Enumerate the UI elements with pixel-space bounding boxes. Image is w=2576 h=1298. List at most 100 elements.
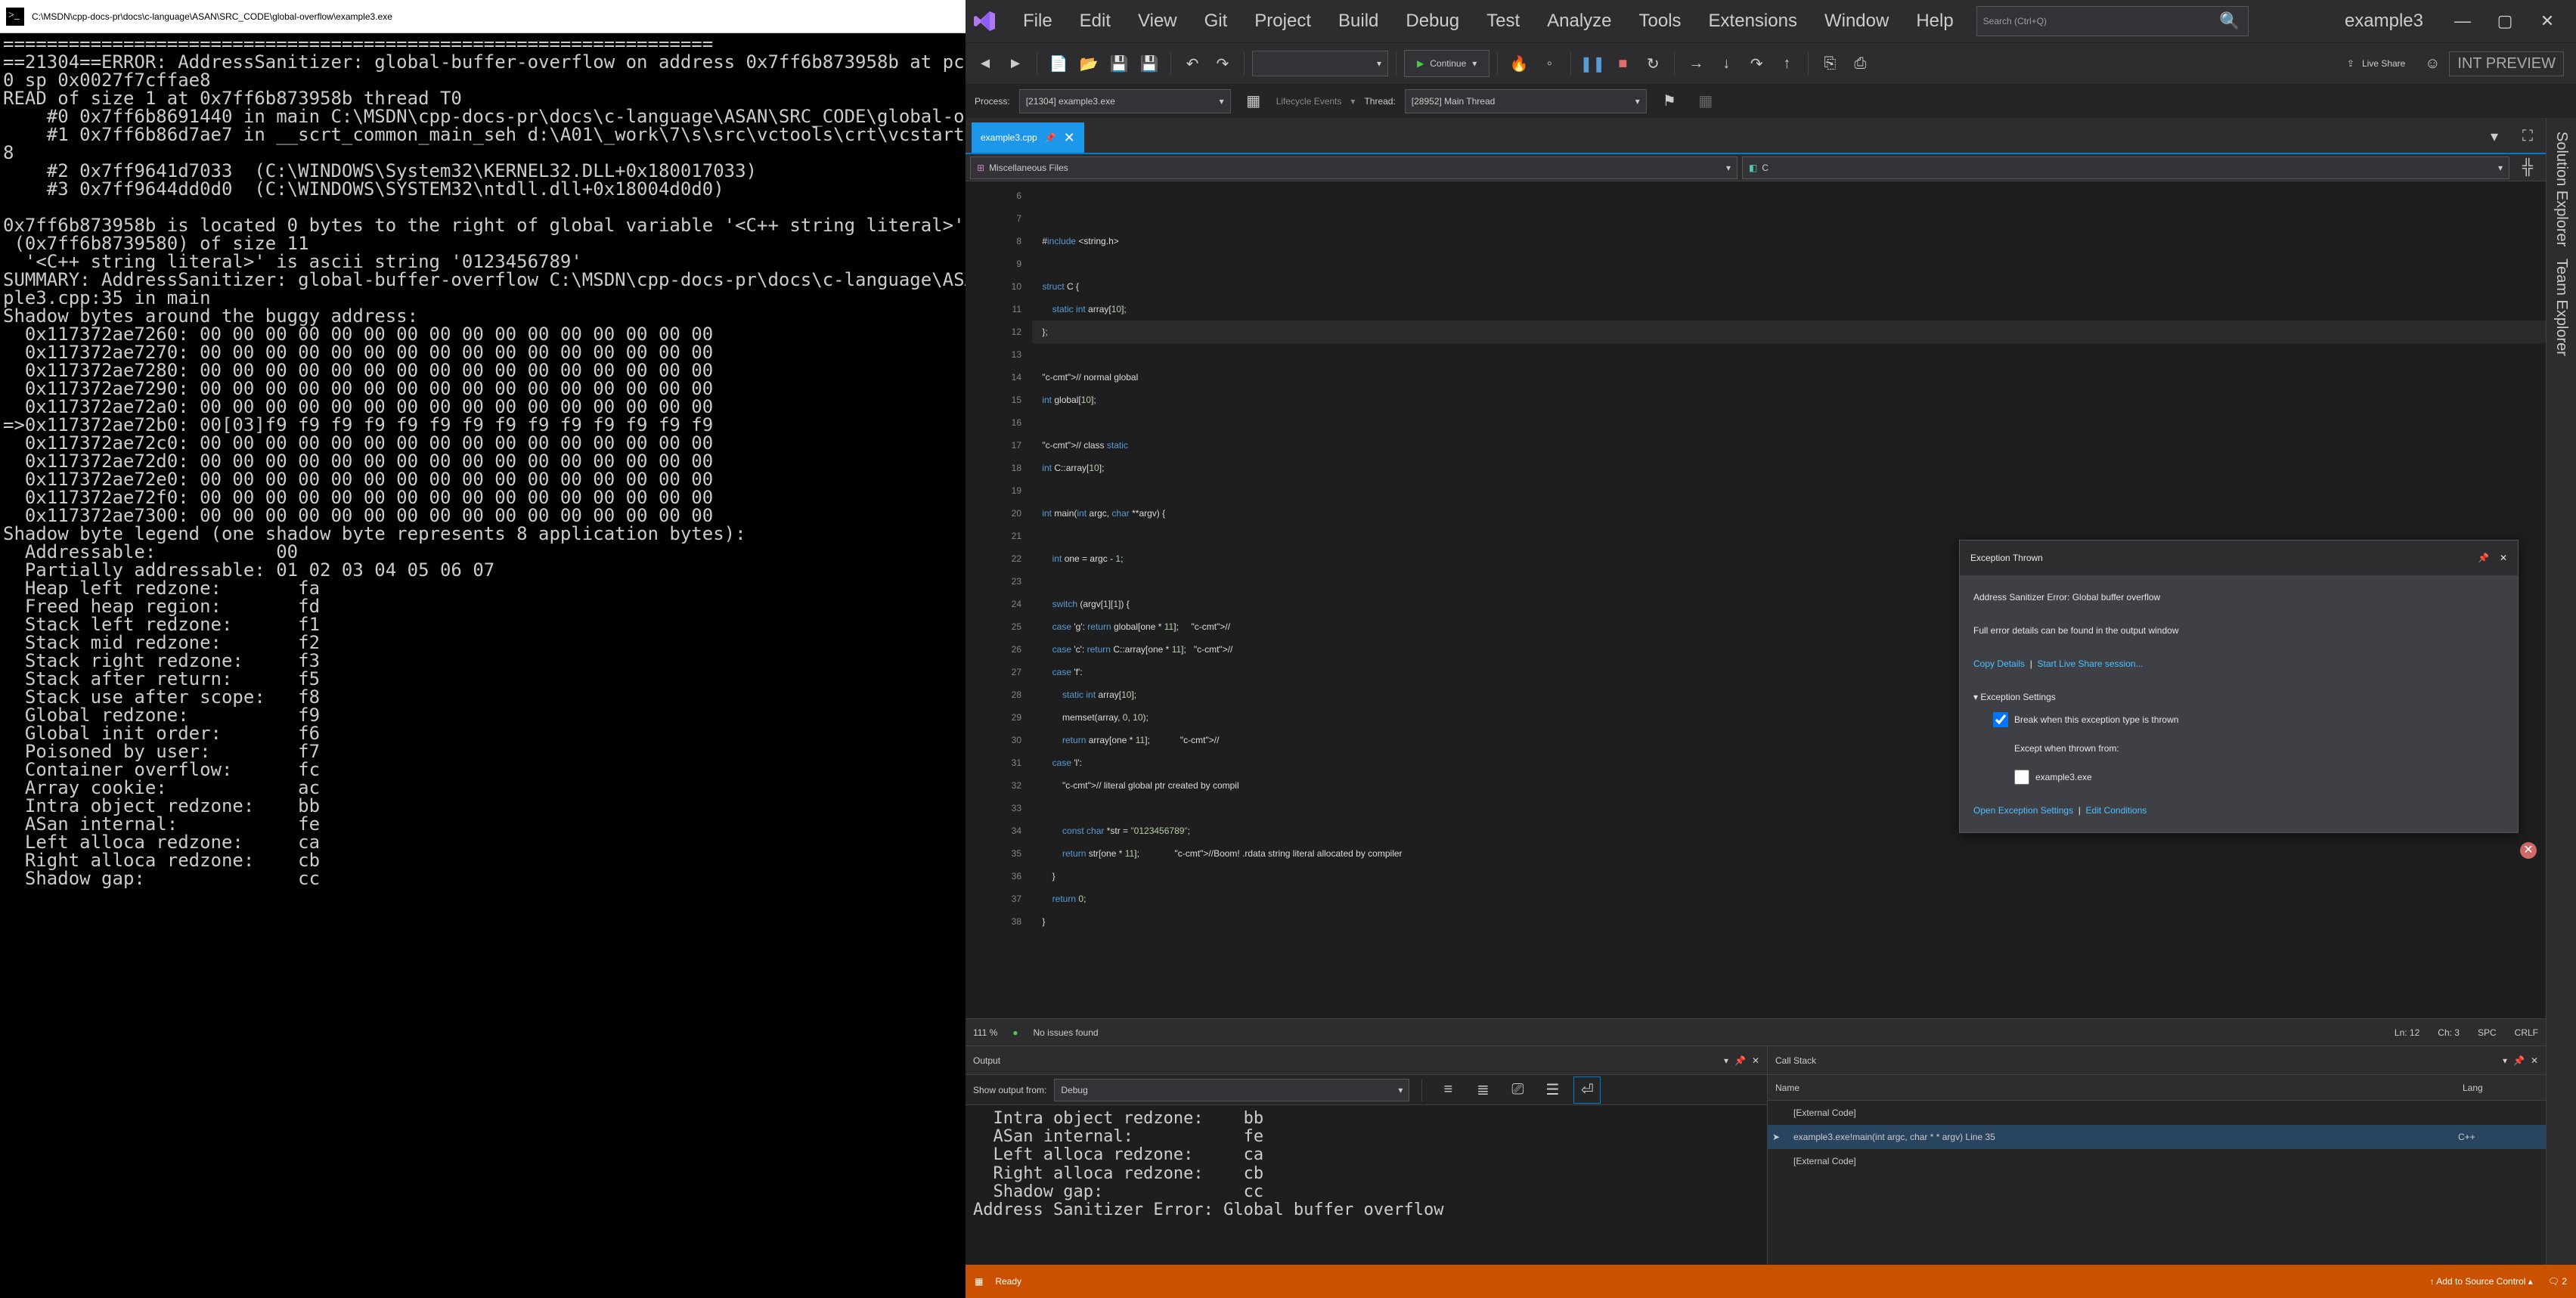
- output-tool-2[interactable]: ≣: [1469, 1077, 1496, 1104]
- feedback-button[interactable]: ☺: [2419, 50, 2446, 77]
- menu-bar: FileEditViewGitProjectBuildDebugTestAnal…: [1009, 6, 1967, 36]
- config-dropdown[interactable]: ▾: [1252, 51, 1388, 76]
- search-icon: 🔍: [2219, 11, 2240, 31]
- process-dropdown[interactable]: [21304] example3.exe▾: [1019, 89, 1231, 113]
- undo-button[interactable]: ↶: [1179, 50, 1206, 77]
- menu-analyze[interactable]: Analyze: [1533, 6, 1625, 36]
- exception-close-button[interactable]: ✕: [2500, 547, 2507, 569]
- sidetab-solution-explorer[interactable]: Solution Explorer: [2551, 125, 2571, 252]
- sidetab-team-explorer[interactable]: Team Explorer: [2551, 252, 2571, 362]
- nav-fwd-button[interactable]: ►: [1002, 50, 1029, 77]
- console-output[interactable]: ========================================…: [0, 33, 966, 1298]
- menu-edit[interactable]: Edit: [1066, 6, 1124, 36]
- callstack-close-button[interactable]: ✕: [2531, 1055, 2538, 1066]
- menu-tools[interactable]: Tools: [1626, 6, 1695, 36]
- tab-fullscreen-button[interactable]: ⛶: [2514, 122, 2541, 150]
- save-button[interactable]: 💾: [1105, 50, 1133, 77]
- nav-bar: ⊞Miscellaneous Files▾ ◧C▾ ╬: [966, 153, 2546, 181]
- bottom-panels: Output ▾📌✕ Show output from: Debug▾ ≡ ≣ …: [966, 1046, 2546, 1265]
- thread-dropdown[interactable]: [28952] Main Thread▾: [1405, 89, 1647, 113]
- output-tool-wrap[interactable]: ⏎: [1573, 1077, 1601, 1104]
- output-text[interactable]: Intra object redzone: bb ASan internal: …: [966, 1105, 1767, 1265]
- menu-build[interactable]: Build: [1325, 6, 1392, 36]
- tab-dropdown-button[interactable]: ▾: [2481, 122, 2508, 150]
- start-liveshare-link[interactable]: Start Live Share session...: [2037, 658, 2143, 669]
- line-ending[interactable]: CRLF: [2515, 1027, 2538, 1038]
- search-input[interactable]: Search (Ctrl+Q) 🔍: [1976, 6, 2249, 36]
- menu-help[interactable]: Help: [1902, 6, 1967, 36]
- new-project-button[interactable]: 📄: [1045, 50, 1072, 77]
- close-button[interactable]: ✕: [2526, 6, 2568, 36]
- zoom-level[interactable]: 111 %: [973, 1027, 997, 1038]
- live-share-button[interactable]: ⇪Live Share: [2336, 58, 2416, 69]
- callstack-pin-button[interactable]: 📌: [2513, 1055, 2525, 1066]
- output-from-dropdown[interactable]: Debug▾: [1054, 1079, 1409, 1101]
- menu-view[interactable]: View: [1124, 6, 1191, 36]
- pause-button[interactable]: ❚❚: [1579, 50, 1606, 77]
- issues-label[interactable]: No issues found: [1034, 1027, 1099, 1038]
- file-tab-example3[interactable]: example3.cpp 📌 ✕: [972, 122, 1084, 153]
- add-source-control-button[interactable]: ↑ Add to Source Control ▴: [2430, 1276, 2533, 1287]
- show-next-statement-button[interactable]: →: [1682, 50, 1710, 77]
- hot-reload-button[interactable]: 🔥: [1505, 50, 1533, 77]
- toolbar-button-misc2[interactable]: ⎙: [1846, 50, 1874, 77]
- menu-file[interactable]: File: [1009, 6, 1066, 36]
- menu-git[interactable]: Git: [1191, 6, 1242, 36]
- nav-back-button[interactable]: ◄: [972, 50, 999, 77]
- split-editor-button[interactable]: ╬: [2514, 154, 2541, 181]
- breakpoint-button[interactable]: ◦: [1536, 50, 1563, 77]
- output-pin-button[interactable]: 📌: [1734, 1055, 1746, 1066]
- close-tab-button[interactable]: ✕: [1064, 130, 1075, 146]
- output-dropdown-button[interactable]: ▾: [1724, 1055, 1728, 1066]
- frame-icon: ➤: [1772, 1132, 1790, 1142]
- code-editor[interactable]: 6789101112131415161718192021222324252627…: [966, 181, 2546, 1018]
- callstack-col-name[interactable]: Name: [1768, 1083, 2455, 1093]
- copy-details-link[interactable]: Copy Details: [1973, 658, 2025, 669]
- callstack-header: Name Lang: [1768, 1075, 2546, 1101]
- exception-settings-expander[interactable]: ▾: [1973, 692, 1980, 702]
- caret-line: Ln: 12: [2395, 1027, 2419, 1038]
- notifications-button[interactable]: 🗨 2: [2548, 1276, 2567, 1287]
- stop-button[interactable]: ■: [1609, 50, 1636, 77]
- callstack-row[interactable]: ➤example3.exe!main(int argc, char * * ar…: [1768, 1125, 2546, 1149]
- edit-conditions-link[interactable]: Edit Conditions: [2086, 805, 2147, 816]
- callstack-dropdown-button[interactable]: ▾: [2503, 1055, 2507, 1066]
- step-over-button[interactable]: ↷: [1743, 50, 1770, 77]
- int-preview-badge: INT PREVIEW: [2449, 51, 2564, 76]
- search-placeholder: Search (Ctrl+Q): [1983, 16, 2047, 26]
- break-when-checkbox[interactable]: Break when this exception type is thrown: [1993, 708, 2504, 731]
- menu-extensions[interactable]: Extensions: [1695, 6, 1811, 36]
- save-all-button[interactable]: 💾: [1136, 50, 1163, 77]
- menu-window[interactable]: Window: [1811, 6, 1902, 36]
- indent-mode[interactable]: SPC: [2478, 1027, 2497, 1038]
- callstack-row[interactable]: [External Code]: [1768, 1101, 2546, 1125]
- maximize-button[interactable]: ▢: [2484, 6, 2526, 36]
- stack-frame-button[interactable]: ⚑: [1656, 88, 1683, 115]
- lifecycle-icon[interactable]: ▦: [1240, 88, 1267, 115]
- except-item-checkbox[interactable]: example3.exe: [1993, 766, 2504, 788]
- restart-button[interactable]: ↻: [1639, 50, 1666, 77]
- pin-icon[interactable]: 📌: [1045, 132, 1056, 143]
- callstack-row[interactable]: [External Code]: [1768, 1149, 2546, 1173]
- output-close-button[interactable]: ✕: [1752, 1055, 1759, 1066]
- redo-button[interactable]: ↷: [1209, 50, 1236, 77]
- step-into-button[interactable]: ↓: [1713, 50, 1740, 77]
- menu-project[interactable]: Project: [1241, 6, 1325, 36]
- nav-type-dropdown[interactable]: ◧C▾: [1742, 156, 2509, 179]
- open-exception-settings-link[interactable]: Open Exception Settings: [1973, 805, 2073, 816]
- continue-button[interactable]: ▶Continue▾: [1404, 50, 1489, 77]
- minimize-button[interactable]: —: [2441, 6, 2484, 36]
- step-out-button[interactable]: ↑: [1773, 50, 1800, 77]
- output-tool-4[interactable]: ☰: [1539, 1077, 1566, 1104]
- output-tool-3[interactable]: ⎚: [1504, 1077, 1531, 1104]
- open-file-button[interactable]: 📂: [1075, 50, 1102, 77]
- output-tool-1[interactable]: ≡: [1434, 1077, 1462, 1104]
- menu-debug[interactable]: Debug: [1392, 6, 1473, 36]
- nav-scope-dropdown[interactable]: ⊞Miscellaneous Files▾: [970, 156, 1737, 179]
- toolbar-button-misc1[interactable]: ⎘: [1816, 50, 1843, 77]
- callstack-col-lang[interactable]: Lang: [2455, 1083, 2546, 1093]
- line-numbers: 6789101112131415161718192021222324252627…: [966, 181, 1032, 1018]
- menu-test[interactable]: Test: [1473, 6, 1533, 36]
- console-titlebar[interactable]: C:\MSDN\cpp-docs-pr\docs\c-language\ASAN…: [0, 0, 966, 33]
- exception-pin-button[interactable]: 📌: [2478, 547, 2489, 569]
